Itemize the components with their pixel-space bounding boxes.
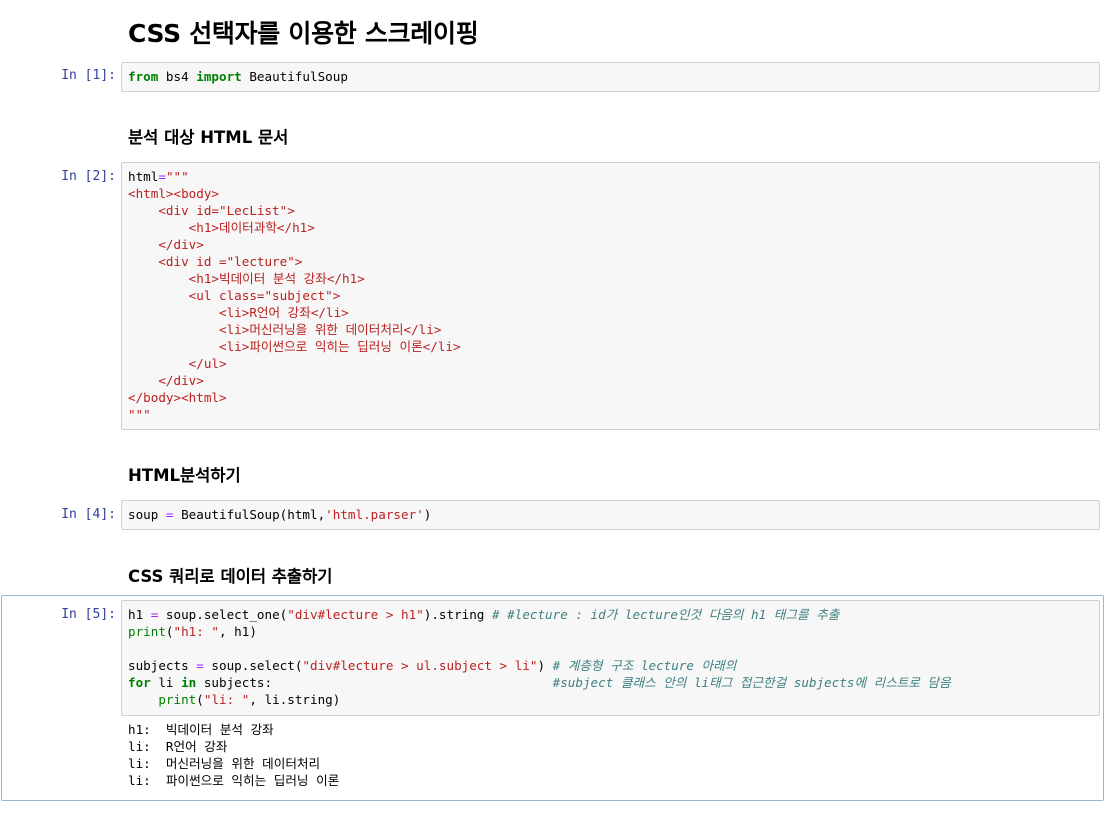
code-string-line: <html><body>: [128, 186, 219, 201]
cell-prompt-4: In [4]:: [61, 507, 116, 522]
keyword-in: in: [181, 675, 197, 690]
code-string-line: <li>파이썬으로 익히는 딥러닝 이론</li>: [128, 339, 461, 354]
code-text: subjects: [128, 658, 197, 673]
code-string-line: """: [165, 169, 189, 184]
heading-analysis-doc: 분석 대상 HTML 문서: [128, 128, 289, 147]
code-builtin-print: print: [158, 692, 197, 707]
code-text: ): [423, 507, 432, 522]
keyword-from: from: [128, 69, 159, 84]
code-text: (: [196, 692, 204, 707]
code-text: li: [150, 675, 182, 690]
cell-prompt-2: In [2]:: [61, 169, 116, 184]
code-operator: =: [196, 658, 204, 673]
code-text: soup: [128, 507, 166, 522]
code-var-html: html: [128, 169, 159, 184]
code-text: ): [537, 658, 553, 673]
code-string-line: <h1>데이터과학</h1>: [128, 220, 315, 235]
module-name: bs4: [158, 69, 197, 84]
code-text: soup.select_one(: [158, 607, 288, 622]
keyword-for: for: [128, 675, 151, 690]
code-string-line: </body><html>: [128, 390, 227, 405]
heading-html-parse: HTML분석하기: [128, 466, 241, 485]
notebook-title: CSS 선택자를 이용한 스크레이핑: [128, 19, 479, 48]
code-comment: # 계층형 구조 lecture 아래의: [552, 658, 737, 673]
code-cell-5[interactable]: h1 = soup.select_one("div#lecture > h1")…: [121, 600, 1100, 716]
cell-prompt-5: In [5]:: [61, 607, 116, 622]
code-text: ).string: [423, 607, 492, 622]
code-string: "div#lecture > ul.subject > li": [302, 658, 538, 673]
output-line: li: R언어 강좌: [128, 739, 228, 754]
heading-css-query: CSS 쿼리로 데이터 추출하기: [128, 567, 333, 586]
code-string: "div#lecture > h1": [287, 607, 424, 622]
code-string-line: <li>R언어 강좌</li>: [128, 305, 349, 320]
code-cell-1[interactable]: from bs4 import BeautifulSoup: [121, 62, 1100, 92]
code-operator: =: [165, 507, 174, 522]
code-text: subjects:: [196, 675, 553, 690]
code-text: soup.select(: [203, 658, 303, 673]
cell-prompt-1: In [1]:: [61, 68, 116, 83]
output-line: h1: 빅데이터 분석 강좌: [128, 722, 274, 737]
cell-output-5: h1: 빅데이터 분석 강좌 li: R언어 강좌 li: 머신러닝을 위한 데…: [128, 721, 339, 789]
output-line: li: 머신러닝을 위한 데이터처리: [128, 756, 321, 771]
code-string: "li: ": [203, 692, 250, 707]
code-comment: #subject 클래스 안의 li태그 접근한걸 subjects에 리스트로…: [552, 675, 951, 690]
code-string-line: <ul class="subject">: [128, 288, 341, 303]
code-operator: =: [158, 169, 166, 184]
code-text: (: [165, 624, 174, 639]
code-text: BeautifulSoup(html,: [173, 507, 326, 522]
code-cell-4[interactable]: soup = BeautifulSoup(html,'html.parser'): [121, 500, 1100, 530]
code-string: "h1: ": [173, 624, 220, 639]
code-builtin-print: print: [128, 624, 166, 639]
code-text: , h1): [219, 624, 257, 639]
code-string-line: </div>: [128, 373, 204, 388]
code-cell-2[interactable]: html=""" <html><body> <div id="LecList">…: [121, 162, 1100, 430]
code-string-line: """: [128, 407, 151, 422]
code-string-line: <h1>빅데이터 분석 강좌</h1>: [128, 271, 365, 286]
import-name: BeautifulSoup: [241, 69, 348, 84]
code-string-line: <div id="LecList">: [128, 203, 295, 218]
code-string-line: <div id ="lecture">: [128, 254, 303, 269]
code-string-line: </div>: [128, 237, 204, 252]
code-text: h1: [128, 607, 151, 622]
code-string: 'html.parser': [325, 507, 424, 522]
code-string-line: <li>머신러닝을 위한 데이터처리</li>: [128, 322, 442, 337]
keyword-import: import: [196, 69, 242, 84]
code-string-line: </ul>: [128, 356, 227, 371]
output-line: li: 파이썬으로 익히는 딥러닝 이론: [128, 773, 340, 788]
code-text: , li.string): [249, 692, 341, 707]
code-comment: # #lecture : id가 lecture인것 다음의 h1 태그를 추출: [491, 607, 840, 622]
